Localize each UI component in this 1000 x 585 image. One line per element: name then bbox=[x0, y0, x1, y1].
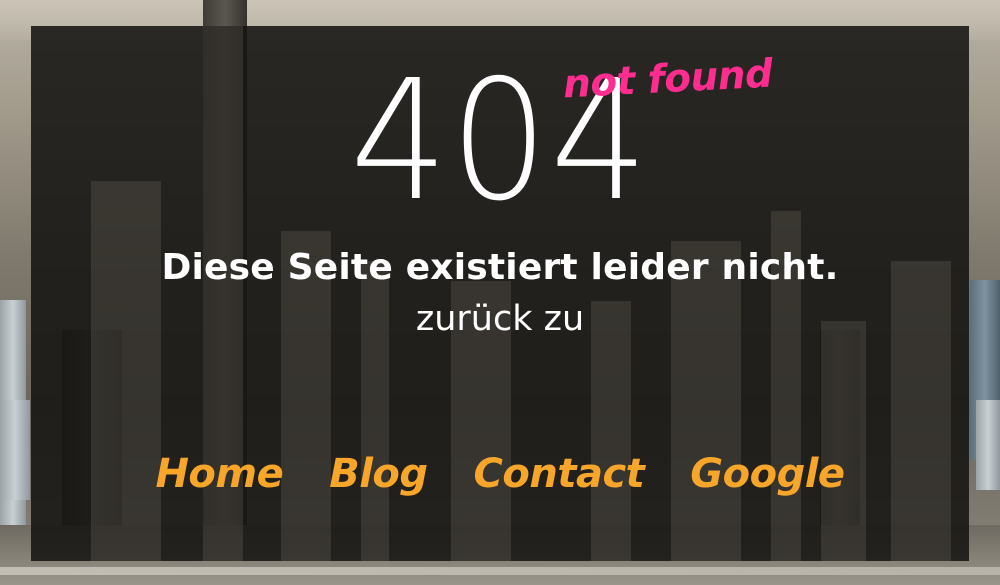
nav-link-home[interactable]: Home bbox=[155, 448, 283, 500]
fallback-nav: Home Blog Contact Google bbox=[0, 448, 1000, 500]
error-code: 404 bbox=[349, 45, 651, 238]
road bbox=[0, 567, 1000, 575]
nav-link-blog[interactable]: Blog bbox=[329, 448, 428, 500]
nav-link-google[interactable]: Google bbox=[690, 448, 845, 500]
back-prompt: zurück zu bbox=[415, 299, 585, 339]
nav-link-contact[interactable]: Contact bbox=[474, 448, 645, 500]
error-message: Diese Seite existiert leider nicht. bbox=[161, 247, 839, 288]
